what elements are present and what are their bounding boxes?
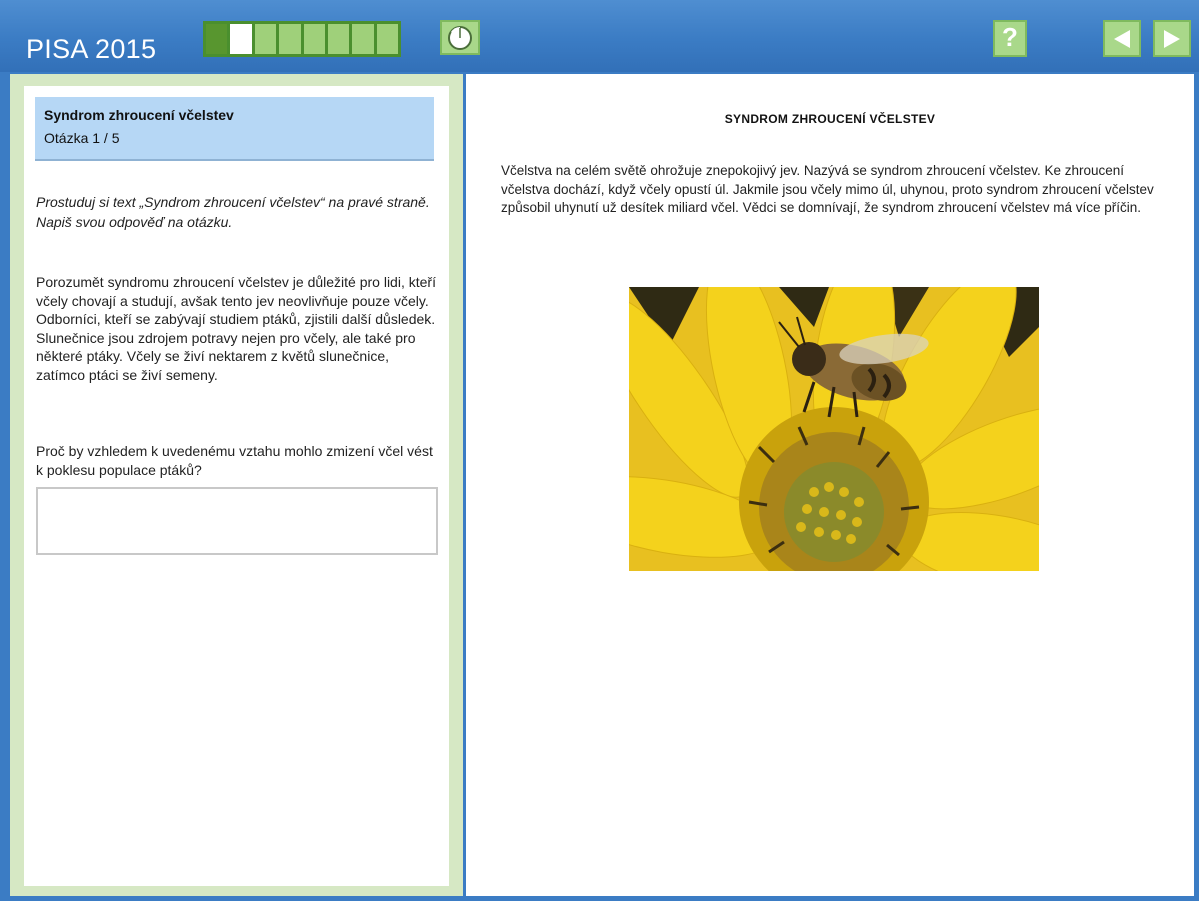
photo-illustration — [629, 287, 1039, 571]
question-panel-content: Syndrom zhroucení včelstev Otázka 1 / 5 … — [24, 86, 449, 886]
question-title: Syndrom zhroucení včelstev — [44, 107, 234, 123]
stimulus-panel: SYNDROM ZHROUCENÍ VČELSTEV Včelstva na c… — [466, 74, 1194, 896]
progress-indicator — [203, 21, 401, 57]
answer-input[interactable] — [36, 487, 438, 555]
previous-button[interactable] — [1103, 20, 1141, 57]
question-body-text: Porozumět syndromu zhroucení včelstev je… — [36, 274, 436, 383]
next-button[interactable] — [1153, 20, 1191, 57]
question-number: Otázka 1 / 5 — [44, 130, 120, 146]
question-header: Syndrom zhroucení včelstev Otázka 1 / 5 — [35, 97, 434, 161]
progress-segment — [327, 24, 350, 54]
timer-icon — [448, 25, 472, 50]
top-bar: PISA 2015 ? — [0, 0, 1199, 72]
progress-segment — [376, 24, 398, 54]
arrow-right-icon — [1164, 29, 1180, 48]
timer-button[interactable] — [440, 20, 480, 55]
main-area: Syndrom zhroucení včelstev Otázka 1 / 5 … — [0, 72, 1199, 901]
article-title: SYNDROM ZHROUCENÍ VČELSTEV — [724, 112, 936, 126]
question-panel: Syndrom zhroucení včelstev Otázka 1 / 5 … — [10, 74, 463, 896]
progress-segment — [254, 24, 277, 54]
instructions-text: Prostuduj si text „Syndrom zhroucení vče… — [36, 194, 430, 230]
question-prompt: Proč by vzhledem k uvedenému vztahu mohl… — [36, 443, 433, 478]
article-text: Včelstva na celém světě ohrožuje znepoko… — [501, 163, 1154, 215]
arrow-left-icon — [1114, 29, 1130, 48]
progress-segment — [279, 24, 301, 54]
progress-segment — [206, 24, 228, 54]
progress-segment — [352, 24, 374, 54]
progress-segment — [303, 24, 325, 54]
progress-segment-current — [230, 24, 252, 54]
app-title: PISA 2015 — [26, 34, 157, 64]
help-icon: ? — [1002, 22, 1018, 52]
bee-on-sunflower-photo — [629, 287, 1039, 571]
help-button[interactable]: ? — [993, 20, 1027, 57]
